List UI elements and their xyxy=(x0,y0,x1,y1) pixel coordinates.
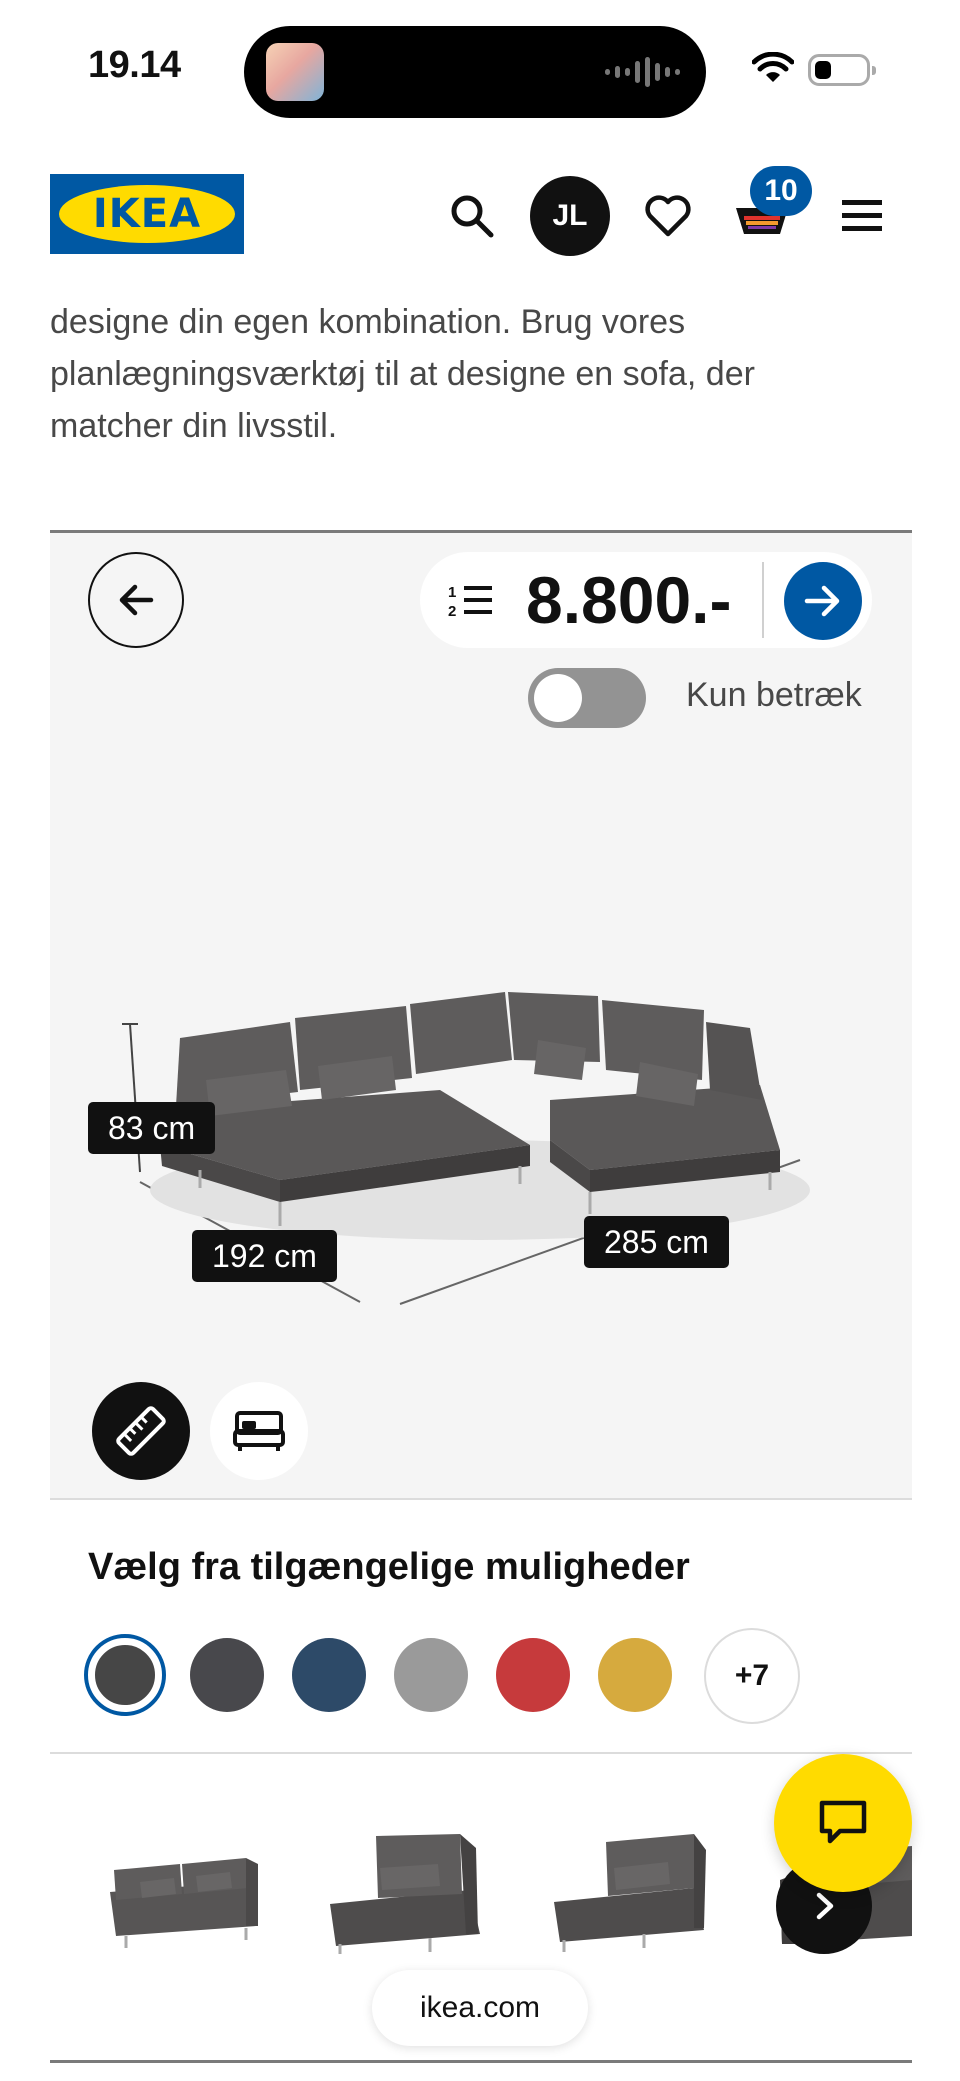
hamburger-menu-icon[interactable] xyxy=(838,194,886,238)
chaise-section-module[interactable] xyxy=(544,1824,714,1954)
svg-text:2: 2 xyxy=(448,603,456,620)
continue-button[interactable] xyxy=(784,562,862,640)
color-swatch-4[interactable] xyxy=(394,1638,468,1712)
section-divider xyxy=(50,2060,912,2063)
arrow-right-icon xyxy=(804,585,840,617)
cover-only-toggle[interactable] xyxy=(528,668,646,728)
chat-bubble-icon xyxy=(819,1800,867,1844)
section-divider xyxy=(50,1498,912,1500)
svg-text:1: 1 xyxy=(448,584,456,601)
cart-count-badge: 10 xyxy=(750,166,812,216)
cover-only-label: Kun betræk xyxy=(686,676,862,714)
audio-wave-icon xyxy=(605,56,680,88)
armchair-section-module[interactable] xyxy=(320,1824,490,1954)
width-dimension-label: 285 cm xyxy=(584,1216,729,1268)
options-heading: Vælg fra tilgængelige muligheder xyxy=(88,1546,690,1588)
ikea-logo[interactable]: IKEA xyxy=(50,174,244,254)
back-button[interactable] xyxy=(88,552,184,648)
height-dimension-label: 83 cm xyxy=(88,1102,216,1154)
arrow-left-icon xyxy=(119,584,154,616)
total-price: 8.800.- xyxy=(526,563,732,637)
color-swatch-selected[interactable] xyxy=(84,1634,166,1716)
wifi-icon xyxy=(752,52,794,82)
measurements-toggle-button[interactable] xyxy=(92,1382,190,1480)
toggle-knob xyxy=(534,674,582,722)
more-colors-button[interactable]: +7 xyxy=(704,1628,800,1724)
status-time: 19.14 xyxy=(88,44,181,86)
account-avatar[interactable]: JL xyxy=(530,176,610,256)
color-swatch-1 xyxy=(92,1642,158,1708)
chat-button[interactable] xyxy=(774,1754,912,1892)
color-swatch-2[interactable] xyxy=(190,1638,264,1712)
dynamic-island[interactable] xyxy=(244,26,706,118)
loveseat-module[interactable] xyxy=(96,1830,266,1960)
search-icon[interactable] xyxy=(446,190,498,242)
color-swatch-6[interactable] xyxy=(598,1638,672,1712)
battery-icon xyxy=(808,54,876,86)
bed-icon xyxy=(233,1411,285,1451)
room-view-button[interactable] xyxy=(210,1382,308,1480)
heart-icon[interactable] xyxy=(642,190,694,242)
numbered-list-icon[interactable]: 1 2 xyxy=(446,580,494,620)
color-swatch-3[interactable] xyxy=(292,1638,366,1712)
chevron-right-icon xyxy=(816,1892,834,1920)
now-playing-thumbnail xyxy=(266,43,324,101)
ruler-icon xyxy=(116,1406,166,1456)
browser-url-bar[interactable]: ikea.com xyxy=(372,1970,588,2046)
intro-paragraph: designe din egen kombination. Brug vores… xyxy=(50,303,755,445)
depth-dimension-label: 192 cm xyxy=(192,1230,337,1282)
color-swatch-5[interactable] xyxy=(496,1638,570,1712)
section-divider xyxy=(50,1752,912,1754)
pill-separator xyxy=(762,562,764,638)
